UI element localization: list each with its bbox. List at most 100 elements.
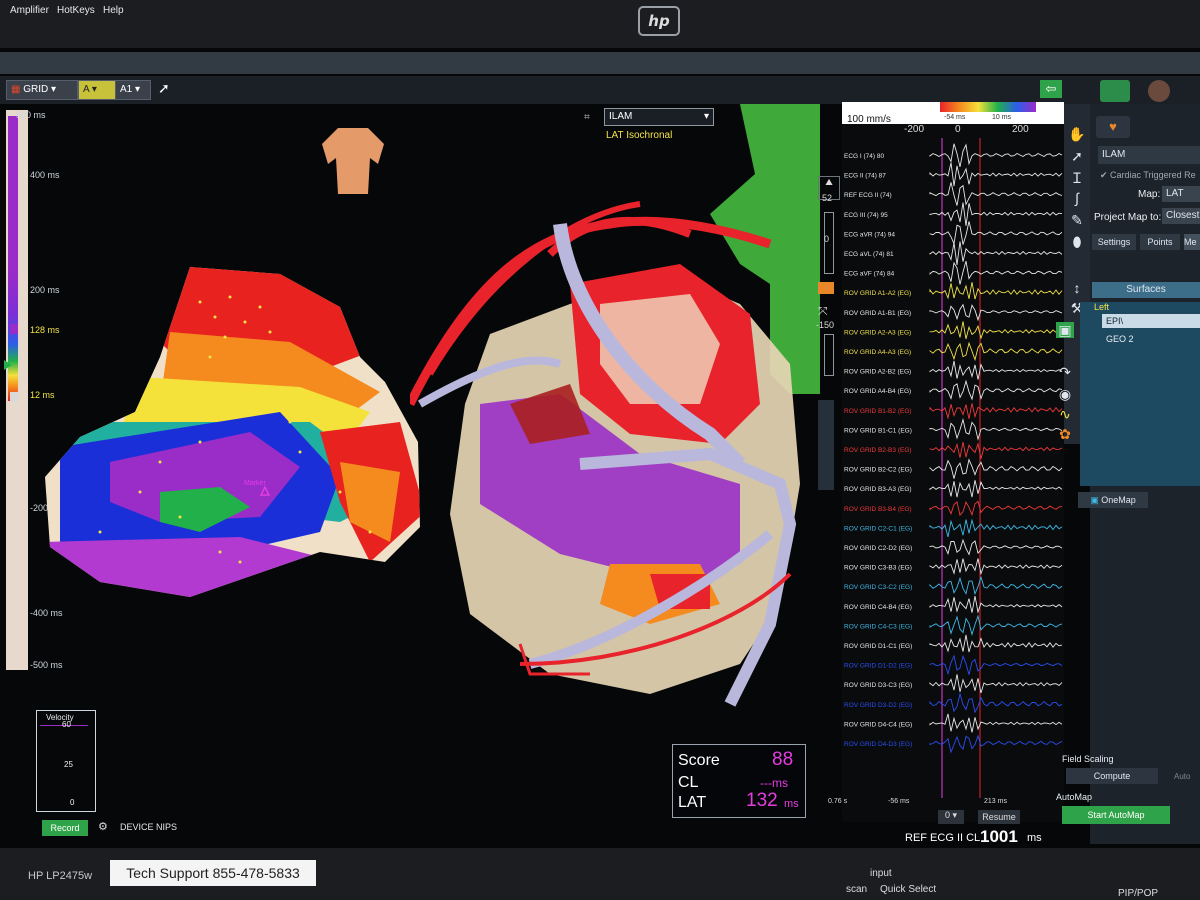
back-arrow-button[interactable]: ⇦ [1040,80,1062,98]
scale-label-neg400: -400 ms [30,608,63,618]
egm-channel-label[interactable]: ROV GRID C4-B4 (EG) [844,604,912,611]
egm-channel-label[interactable]: ROV GRID B2-B3 (EG) [844,447,912,454]
egm-channel-label[interactable]: ROV GRID A4-A3 (EG) [844,349,911,356]
egm-channel-label[interactable]: REF ECG II (74) [844,192,892,199]
eye-icon[interactable]: ◉ [1056,386,1074,402]
heart-3d-view[interactable] [410,104,820,804]
zoom-value-mid: 0 [824,234,830,244]
ruler-icon[interactable]: ↕ [1068,280,1086,296]
tab-points[interactable]: Points [1140,234,1180,250]
heart-icon[interactable]: ♥ [1096,116,1130,138]
egm-traces[interactable]: ECG I (74) 80 ECG II (74) 87 REF ECG II (7… [842,138,1064,798]
egm-channel-label[interactable]: ECG II (74) 87 [844,173,886,180]
egm-counter-value: 0 [944,810,950,820]
egm-channel-label[interactable]: ROV GRID B1-B2 (EG) [844,408,912,415]
egm-channel-label[interactable]: ROV GRID C4-C3 (EG) [844,623,912,630]
input-label: input [870,868,892,879]
expand-icon[interactable]: ⤧ [818,304,828,319]
surface-item-geo2[interactable]: GEO 2 [1106,334,1134,344]
egm-channel-label[interactable]: ROV GRID D3-D2 (EG) [844,702,912,709]
egm-trace [929,674,1063,694]
auto-label: Auto [1174,772,1191,781]
palette-icon[interactable]: ✿ [1056,426,1074,442]
egm-speed[interactable]: 100 mm/s [847,114,891,125]
egm-channel-label[interactable]: ROV GRID C3-C2 (EG) [844,584,912,591]
egm-channel-label[interactable]: ROV GRID A2-B2 (EG) [844,369,911,376]
compute-button[interactable]: Compute [1066,768,1158,784]
egm-channel-label[interactable]: ECG III (74) 95 [844,212,888,219]
egm-channel-label[interactable]: ECG aVL (74) 81 [844,251,894,258]
orange-view-button[interactable] [818,282,834,294]
egm-channel-label[interactable]: ROV GRID A4-B4 (EG) [844,388,911,395]
pointer-icon[interactable]: ➚ [1068,148,1086,164]
cursor-text-icon[interactable]: Ｉ [1068,170,1086,186]
egm-channel-label[interactable]: ROV GRID B3-B4 (EG) [844,506,912,513]
scale-handle-upper[interactable] [10,324,18,334]
menu-help[interactable]: Help [103,5,124,16]
device-label: DEVICE NIPS [120,822,178,832]
egm-channel-label[interactable]: ROV GRID D1-C1 (EG) [844,643,912,650]
scale-pointer-icon [4,360,12,370]
map-type-select[interactable]: LAT [1162,186,1200,202]
egm-channel-label[interactable]: ROV GRID C2-C1 (EG) [844,525,912,532]
egm-channel-label[interactable]: ROV GRID D3-C3 (EG) [844,682,912,689]
egm-channel-label[interactable]: ROV GRID A2-A3 (EG) [844,329,911,336]
egm-channel-label[interactable]: ECG aVF (74) 84 [844,271,895,278]
egm-channel-label[interactable]: ROV GRID C2-D2 (EG) [844,545,912,552]
heart-view-button[interactable] [1148,80,1170,102]
onemap-button[interactable]: ▣ OneMap [1078,492,1148,508]
map-mode-button[interactable] [1100,80,1130,102]
grid-select[interactable]: ▦ GRID ▾ [6,80,78,100]
start-automap-button[interactable]: Start AutoMap [1062,806,1170,824]
pip-pop-button[interactable]: PIP/POP [1118,888,1158,899]
record-button[interactable]: Record [42,820,88,836]
zoom-slider-bottom[interactable] [824,334,834,376]
curve-icon[interactable]: ∫ [1068,190,1086,206]
wave-icon[interactable]: ∿ [1056,406,1074,422]
scan-button[interactable]: scan [846,884,867,895]
surface-item-epi[interactable]: EPI\ [1102,314,1200,328]
menu-amplifier[interactable]: Amplifier [10,5,49,16]
tab-settings[interactable]: Settings [1092,234,1136,250]
egm-channel-label[interactable]: ROV GRID A1-A2 (EG) [844,290,911,297]
egm-trace [929,634,1063,653]
surfaces-list[interactable] [1080,302,1200,486]
tab-me[interactable]: Me [1184,234,1200,250]
channel-select[interactable]: A1 ▾ [115,80,151,100]
egm-channel-label[interactable]: ROV GRID D4-D3 (EG) [844,741,912,748]
cursor-icon[interactable]: ➚ [158,80,170,97]
egm-channel-label[interactable]: ROV GRID D4-C4 (EG) [844,721,912,728]
gear-icon[interactable]: ⚙ [98,820,108,833]
toolbar [0,76,1200,104]
project-map-select[interactable]: Closest [1162,208,1200,224]
mountain-icon: ⛰ [825,177,833,187]
scale-handle-lower[interactable] [10,392,18,402]
onemap-icon: ▣ [1090,495,1099,505]
heart-view-shortcuts[interactable] [818,400,834,490]
egm-channel-label[interactable]: ROV GRID B1-C1 (EG) [844,427,912,434]
egm-channel-label[interactable]: ECG aVR (74) 94 [844,231,895,238]
map-toggle-icon[interactable]: ▣ [1056,322,1074,338]
egm-channel-label[interactable]: ROV GRID D1-D2 (EG) [844,663,912,670]
pen-icon[interactable]: ✎ [1068,212,1086,228]
resume-button[interactable]: Resume [978,810,1020,824]
lat-isochronal-map-left[interactable]: Marker [40,262,430,607]
egm-channel-label[interactable]: ROV GRID C3-B3 (EG) [844,565,912,572]
egm-channel-label[interactable]: ECG I (74) 80 [844,153,884,160]
map-name-field[interactable]: ILAM [1098,146,1200,164]
monitor-model-label: HP LP2475w [28,870,93,882]
egm-channel-label[interactable]: ROV GRID B3-A3 (EG) [844,486,912,493]
hand-icon[interactable]: ✋ [1068,126,1086,142]
cl-label: CL [678,774,699,791]
egm-tick-0: 0 [955,124,961,135]
catheter-icon[interactable]: ↷ [1056,364,1074,380]
quick-select-button[interactable]: Quick Select [880,884,936,895]
cardiac-triggered-checkbox[interactable]: ✔ Cardiac Triggered Re [1100,170,1196,181]
egm-channel-label[interactable]: ROV GRID B2-C2 (EG) [844,467,912,474]
torso-orientation-icon-left[interactable] [318,124,388,200]
menu-hotkeys[interactable]: HotKeys [57,5,95,16]
letter-select[interactable]: A ▾ [78,80,116,100]
egm-counter[interactable]: 0 ▾ [938,810,964,824]
egm-channel-label[interactable]: ROV GRID A1-B1 (EG) [844,310,911,317]
eraser-icon[interactable]: ⬮ [1068,234,1086,250]
